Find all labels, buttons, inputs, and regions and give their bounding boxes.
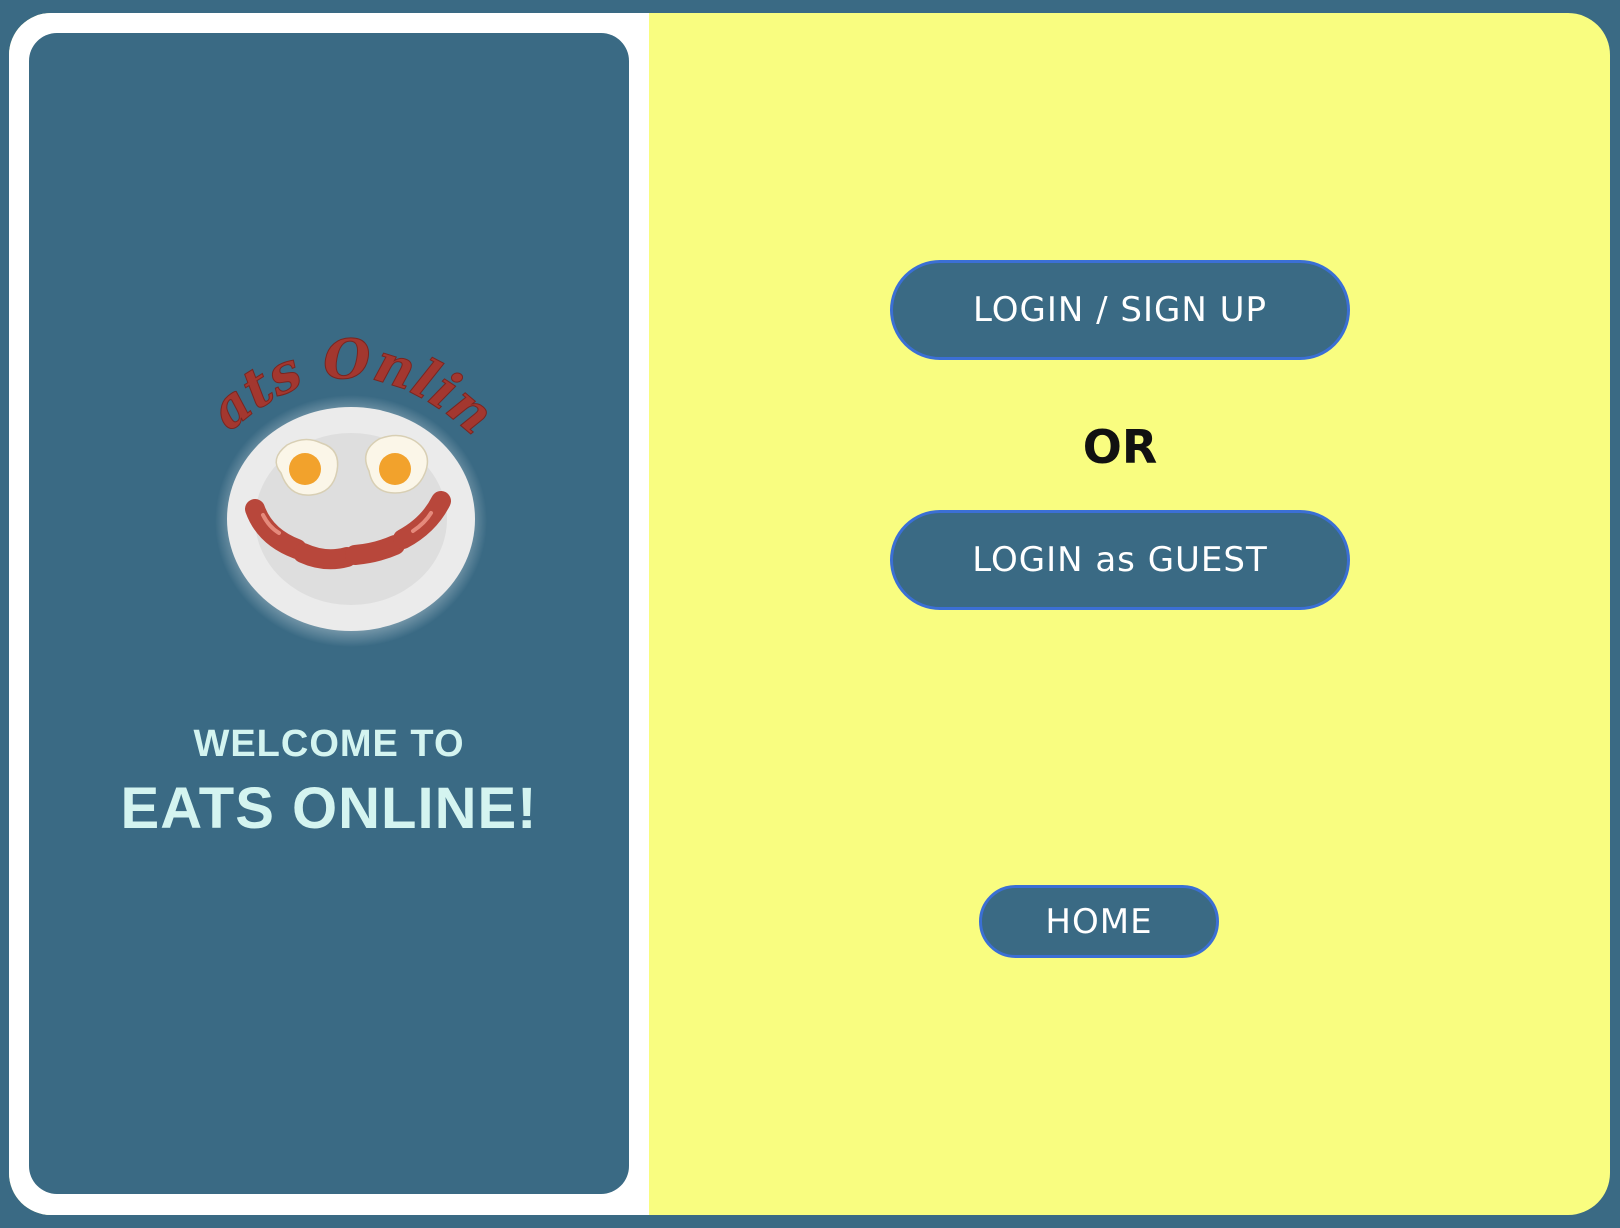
welcome-title: EATS ONLINE! xyxy=(120,776,538,841)
home-button[interactable]: HOME xyxy=(979,885,1219,958)
login-signup-button[interactable]: LOGIN / SIGN UP xyxy=(890,260,1350,360)
app-window: Eats Online WELCOME TO EATS ONLINE! xyxy=(9,13,1610,1215)
or-divider-text: OR xyxy=(1082,420,1158,474)
login-as-guest-button[interactable]: LOGIN as GUEST xyxy=(890,510,1350,610)
welcome-subtitle: WELCOME TO xyxy=(193,723,465,765)
welcome-panel: Eats Online WELCOME TO EATS ONLINE! xyxy=(29,33,629,1194)
eats-online-logo-icon: Eats Online xyxy=(199,333,499,647)
